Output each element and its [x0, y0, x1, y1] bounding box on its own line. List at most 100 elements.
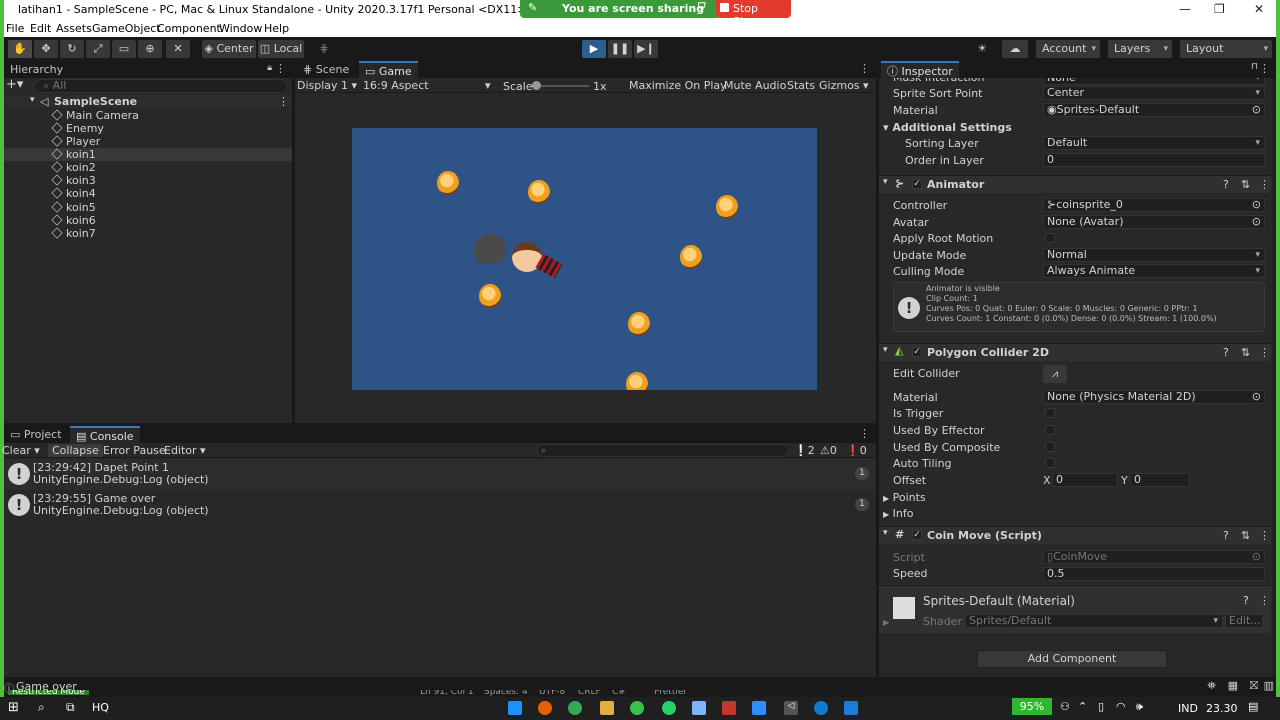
list-item[interactable]: Main Camera [51, 109, 139, 122]
offset-x-input[interactable]: 0 [1052, 473, 1118, 487]
preset-icon[interactable]: ⇅ [1241, 178, 1250, 191]
order-in-layer-input[interactable]: 0 [1043, 153, 1265, 167]
lock-icon[interactable]: ⊓ [1251, 62, 1258, 72]
taskbar-hq-label[interactable]: HQ [92, 701, 109, 714]
menu-help[interactable]: Help [264, 22, 289, 35]
foldout-arrow-icon[interactable]: ▾ [883, 528, 888, 538]
editor-dropdown[interactable]: Editor ▾ [164, 444, 206, 457]
script-header[interactable]: ▾ # ✓ Coin Move (Script) ? ⇅ ⋮ [879, 526, 1271, 544]
list-item[interactable]: koin6 [51, 214, 96, 227]
foldout-arrow-icon[interactable]: ▶ [883, 618, 889, 627]
play-button[interactable]: ▶ [582, 40, 606, 58]
object-picker-icon[interactable]: ⊙ [1252, 391, 1261, 403]
preset-icon[interactable]: ⇅ [1241, 529, 1250, 542]
rotate-tool-icon[interactable]: ↻ [60, 40, 84, 58]
maximize-icon[interactable]: ❐ [1214, 2, 1225, 16]
menu-component[interactable]: Component [157, 22, 221, 35]
object-picker-icon[interactable]: ⊙ [1252, 199, 1261, 211]
unity-icon[interactable]: ◁ [784, 701, 798, 715]
layers-dropdown[interactable]: Layers [1108, 40, 1172, 58]
list-item[interactable]: koin7 [51, 227, 96, 240]
maximize-on-play-toggle[interactable]: Maximize On Play [629, 79, 727, 92]
step-button[interactable]: ▶❙ [634, 40, 658, 58]
list-item[interactable]: koin5 [51, 201, 96, 214]
aspect-dropdown[interactable]: 16:9 Aspect ▾ [363, 79, 493, 92]
error-pause-toggle[interactable]: Error Pause [103, 444, 166, 457]
vscode-icon[interactable] [844, 701, 858, 715]
edit-collider-button[interactable]: ⩘ [1043, 365, 1067, 383]
foldout-arrow-icon[interactable]: ▾ [883, 177, 888, 187]
close-icon[interactable]: ✕ [1254, 2, 1264, 16]
expand-arrow-icon[interactable]: ▾ [30, 95, 35, 105]
animator-header[interactable]: ▾ ⊱ ✓ Animator ? ⇅ ⋮ [879, 175, 1271, 193]
offset-y-input[interactable]: 0 [1130, 473, 1190, 487]
scene-row[interactable]: ▾ ◁ SampleScene ⋮ [4, 95, 292, 108]
points-foldout[interactable]: ▶ Points [883, 491, 926, 504]
used-by-effector-checkbox[interactable] [1045, 425, 1055, 435]
stop-share-button[interactable]: Stop Share [716, 0, 791, 28]
app-icon[interactable] [722, 701, 736, 715]
tab-game[interactable]: ▭ Game [359, 61, 418, 78]
transform-tool-icon[interactable]: ⊕ [138, 40, 162, 58]
search-icon[interactable]: ⌕ [38, 700, 45, 715]
battery-icon[interactable]: ▯ [1098, 700, 1104, 713]
grid-snap-icon[interactable]: ⋕ [312, 40, 336, 58]
avatar-field[interactable]: None (Avatar) ⊙ [1043, 215, 1265, 229]
list-item[interactable]: Enemy [51, 122, 104, 135]
shader-edit-button[interactable]: Edit... [1225, 614, 1263, 628]
help-icon[interactable]: ? [1243, 594, 1249, 607]
display-dropdown[interactable]: Display 1 ▾ [297, 79, 357, 92]
language-mode[interactable]: C# [612, 690, 626, 697]
encoding[interactable]: UTF-8 [539, 690, 565, 697]
firefox-icon[interactable] [538, 701, 552, 715]
list-item[interactable]: koin1 [51, 148, 96, 161]
list-item[interactable]: Player [51, 135, 100, 148]
custom-tool-icon[interactable]: ✕ [166, 40, 190, 58]
console-search-input[interactable]: ⌕ [537, 444, 789, 457]
pivot-local-button[interactable]: ◫ Local [258, 40, 304, 58]
file-explorer-icon[interactable] [600, 701, 614, 715]
scale-tool-icon[interactable]: ⤢ [86, 40, 110, 58]
pivot-center-button[interactable]: ◈ Center [202, 40, 256, 58]
sorting-layer-dropdown[interactable]: Default [1043, 136, 1265, 150]
tab-console[interactable]: ▤ Console [70, 426, 140, 443]
indent-setting[interactable]: Spaces: 4 [484, 690, 528, 697]
collab-icon[interactable]: ☀ [970, 40, 994, 58]
component-menu-icon[interactable]: ⋮ [1259, 346, 1270, 359]
polygon-collider-header[interactable]: ▾ ◭ ✓ Polygon Collider 2D ? ⇅ ⋮ [879, 343, 1271, 361]
restricted-mode-badge[interactable]: Restricted Mode [8, 690, 89, 697]
inspector-scrollbar[interactable] [1272, 78, 1276, 677]
preset-icon[interactable]: ⇅ [1241, 346, 1250, 359]
warning-filter-toggle[interactable]: ⚠0 [820, 444, 837, 457]
layout-dropdown[interactable]: Layout [1180, 40, 1272, 58]
scene-menu-icon[interactable]: ⋮ [278, 95, 289, 108]
minimize-icon[interactable]: — [1179, 2, 1191, 16]
chrome-icon[interactable] [568, 701, 582, 715]
sprite-sort-point-dropdown[interactable]: Center [1043, 86, 1265, 100]
volume-icon[interactable]: 🕪︎ [1136, 700, 1143, 714]
task-view-icon[interactable]: ⧉ [66, 700, 75, 715]
people-icon[interactable]: ⚇ [1060, 700, 1070, 713]
component-menu-icon[interactable]: ⋮ [1259, 178, 1270, 191]
table-row[interactable]: ! [23:29:55] Game over UnityEngine.Debug… [4, 490, 876, 521]
edge-icon[interactable] [814, 701, 828, 715]
help-icon[interactable]: ? [1223, 178, 1229, 191]
notification-icon[interactable]: ▤ [1248, 700, 1258, 713]
mute-audio-toggle[interactable]: Mute Audio [724, 79, 786, 92]
help-icon[interactable]: ? [1223, 529, 1229, 542]
additional-settings-foldout[interactable]: ▾ Additional Settings [883, 121, 1012, 134]
stats-toggle[interactable]: Stats [787, 79, 815, 92]
menu-edit[interactable]: Edit [30, 22, 51, 35]
panel-menu-icon[interactable]: ⋮ [859, 62, 870, 75]
windows-start-icon[interactable]: ⊞ [8, 700, 19, 715]
tab-hierarchy[interactable]: Hierarchy [4, 61, 69, 78]
component-menu-icon[interactable]: ⋮ [1259, 529, 1270, 542]
menu-assets[interactable]: Assets [56, 22, 92, 35]
list-item[interactable]: koin4 [51, 187, 96, 200]
foldout-arrow-icon[interactable]: ▾ [883, 345, 888, 355]
object-picker-icon[interactable]: ⊙ [1252, 216, 1261, 228]
material-field[interactable]: ◉Sprites-Default ⊙ [1043, 103, 1265, 117]
app-icon[interactable] [692, 701, 706, 715]
error-filter-toggle[interactable]: ❗0 [846, 444, 867, 457]
cloud-icon[interactable]: ☁ [1002, 40, 1028, 58]
